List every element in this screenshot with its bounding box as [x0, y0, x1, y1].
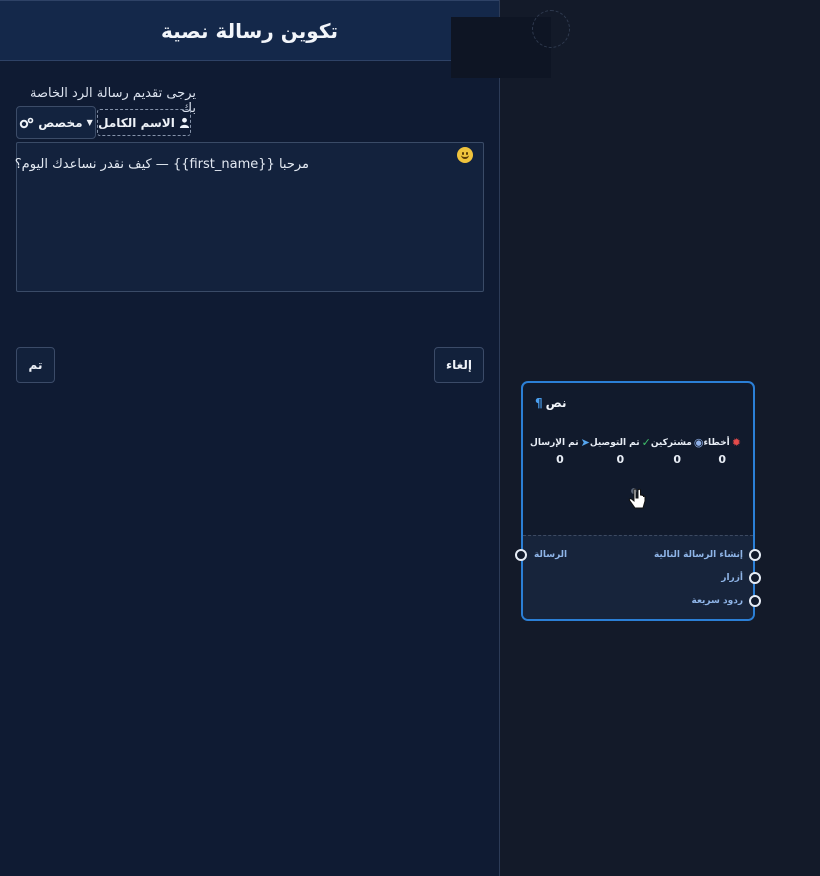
page-title: تكوين رسالة نصية [161, 18, 338, 43]
output-next-message-label: إنشاء الرسالة التالية [653, 550, 743, 560]
output-port-buttons[interactable] [749, 572, 761, 584]
text-node[interactable]: ¶ نص ✹ أخطاء 0 ◉ مشتركين 0 ✓ تم التوصيل … [515, 381, 761, 621]
hand-pointer-cursor-icon [628, 488, 646, 509]
stat-errors-label: أخطاء [703, 437, 730, 448]
output-buttons-label: أزرار [721, 573, 743, 583]
full-name-variable-button[interactable]: الاسم الكامل [97, 109, 191, 136]
panel-header: تكوين رسالة نصية [0, 0, 499, 61]
smiley-emoji-icon[interactable] [457, 147, 473, 163]
stat-errors-value: 0 [718, 453, 727, 466]
bug-icon: ✹ [731, 436, 741, 449]
cancel-button[interactable]: إلغاء [434, 347, 484, 383]
user-icon [179, 117, 189, 128]
input-port-message[interactable] [515, 549, 527, 561]
output-port-next-message[interactable] [749, 549, 761, 561]
input-message-label: الرسالة [534, 550, 568, 560]
user-circle-icon: ◉ [693, 436, 704, 449]
full-name-variable-label: الاسم الكامل [98, 115, 175, 130]
loading-spinner-icon [532, 10, 570, 48]
node-stats: ✹ أخطاء 0 ◉ مشتركين 0 ✓ تم التوصيل 0 ➤ ت… [530, 436, 741, 466]
custom-dropdown-label: مخصص [38, 115, 83, 130]
config-panel: تكوين رسالة نصية يرجى تقديم رسالة الرد ا… [0, 0, 500, 876]
stat-sent-label: تم الإرسال [530, 437, 579, 448]
stat-delivered: ✓ تم التوصيل 0 [590, 436, 651, 466]
output-quick-replies-label: ردود سريعة [691, 596, 743, 606]
paragraph-icon: ¶ [535, 396, 543, 410]
stat-subscribers-label: مشتركين [650, 437, 692, 448]
node-title: ¶ نص [523, 396, 753, 410]
check-circle-icon: ✓ [641, 436, 651, 449]
node-title-label: نص [545, 396, 567, 410]
message-text: مرحبا {{first_name}} — كيف نقدر نساعدك ا… [14, 157, 309, 172]
stat-delivered-value: 0 [616, 453, 625, 466]
done-button[interactable]: تم [16, 347, 55, 383]
stat-sent-value: 0 [556, 453, 564, 466]
stat-subscribers: ◉ مشتركين 0 [651, 436, 704, 466]
stat-sent: ➤ تم الإرسال 0 [530, 436, 590, 466]
chevron-down-icon: ▼ [86, 118, 93, 127]
gears-icon [20, 117, 34, 128]
message-textarea[interactable]: مرحبا {{first_name}} — كيف نقدر نساعدك ا… [14, 142, 484, 292]
paper-plane-icon: ➤ [580, 436, 590, 449]
stat-subscribers-value: 0 [673, 453, 681, 466]
stat-errors: ✹ أخطاء 0 [703, 436, 741, 466]
output-port-quick-replies[interactable] [749, 595, 761, 607]
node-connectors: إنشاء الرسالة التالية أزرار ردود سريعة ا… [523, 535, 753, 619]
custom-dropdown-button[interactable]: ▼ مخصص [16, 106, 96, 139]
stat-delivered-label: تم التوصيل [589, 437, 640, 448]
